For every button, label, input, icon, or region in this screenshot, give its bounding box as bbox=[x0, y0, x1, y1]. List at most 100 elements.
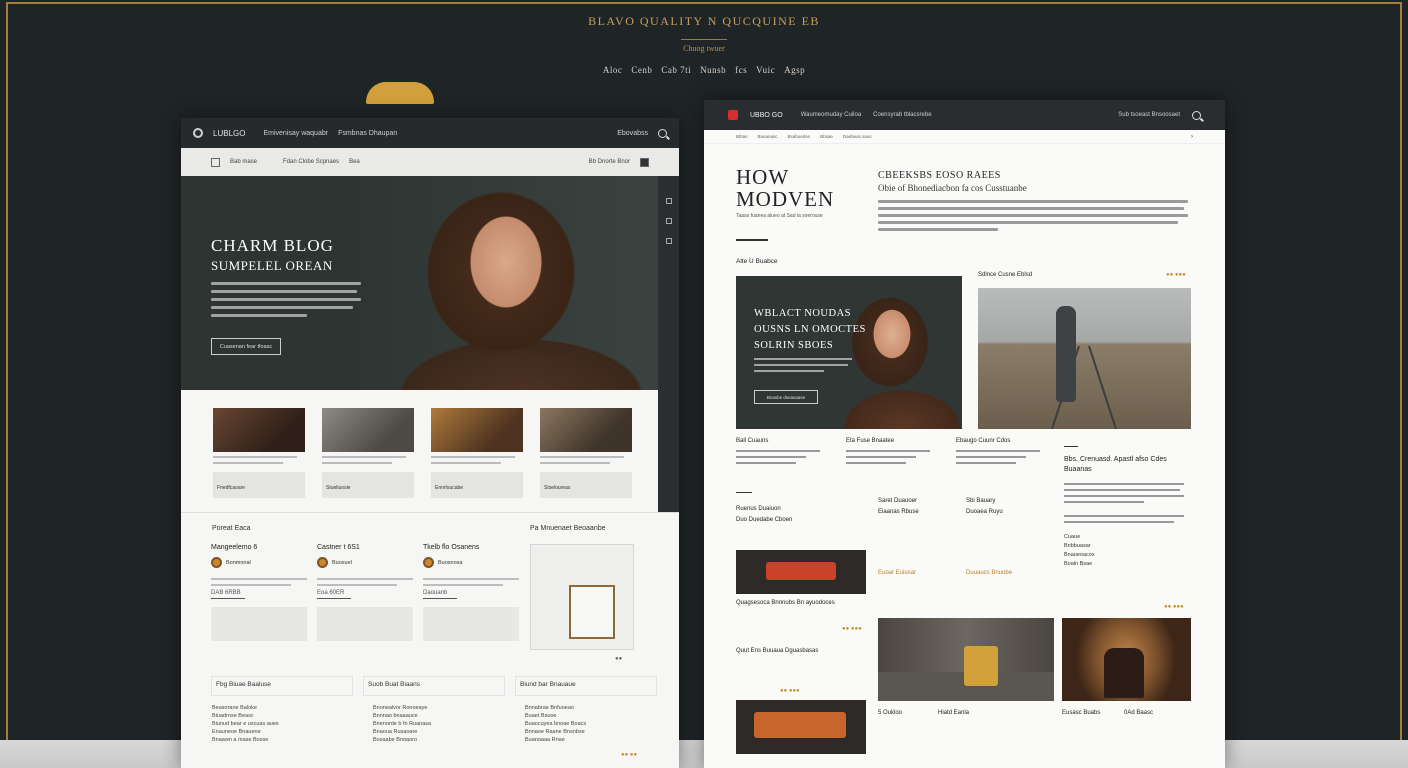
post-title[interactable]: Mangeelemo 6 bbox=[211, 544, 307, 551]
bottom-caption[interactable]: Hiatd Eanla bbox=[938, 710, 969, 716]
sidebar-pagination[interactable]: ●● ●●● bbox=[1164, 604, 1184, 610]
right-subnav-item[interactable]: Baoanasc bbox=[758, 134, 778, 139]
footer-link[interactable]: Buaocuyea bnoae Boacs bbox=[525, 720, 586, 728]
post-title[interactable]: Tkelb flo Osanens bbox=[423, 544, 519, 551]
railway-image[interactable] bbox=[978, 288, 1191, 429]
street-tram-image[interactable] bbox=[878, 618, 1054, 701]
footer-link[interactable]: Bnnabrae Bnfuoeao bbox=[525, 704, 586, 712]
footer-link[interactable]: Bnenorde b fn Ruanasa bbox=[373, 720, 431, 728]
article-card[interactable]: Ennrloucabe bbox=[431, 408, 523, 498]
arcade-couple-image[interactable] bbox=[1062, 618, 1191, 701]
left-subbar-logo[interactable]: Bab mase bbox=[230, 159, 257, 165]
bottom-caption[interactable]: Eusasc Buabs bbox=[1062, 710, 1100, 716]
hero-cta-button[interactable]: Cuasenan fear tfoasc bbox=[211, 338, 281, 355]
menu-icon[interactable] bbox=[211, 157, 220, 167]
article-card[interactable]: Stueliuosie bbox=[322, 408, 414, 498]
lower-article-title[interactable]: Ruenus Duaiuon bbox=[736, 506, 876, 512]
left-subbar-link[interactable]: Bea bbox=[349, 159, 360, 165]
lower-caption-link[interactable]: Duuaucs Bnuobe bbox=[966, 570, 1012, 576]
left-nav-item[interactable]: Fsmbnas Dhaupan bbox=[338, 130, 397, 137]
post-item[interactable]: Mangeelemo 6 Bonmnnal DAB 6RBB bbox=[211, 544, 307, 641]
left-subbar-link[interactable]: Fdan Clobe Scpnaes bbox=[283, 159, 339, 165]
card-label: Fnedfcaoare bbox=[217, 485, 246, 491]
feature-cta-button[interactable]: Bnasbe dseasaase bbox=[754, 390, 818, 404]
more-pagination[interactable]: ●● ●● bbox=[621, 752, 637, 758]
right-nav-item[interactable]: Coensyrab tblacsrebe bbox=[873, 112, 931, 118]
mini-article-title[interactable]: Ball Cuauns bbox=[736, 438, 820, 444]
footer-link[interactable]: Enauneoe Bnauene bbox=[212, 728, 279, 736]
lower-article-title[interactable]: Saret Duauoer bbox=[878, 498, 917, 504]
footer-link[interactable]: Bnaoua Rusaoare bbox=[373, 728, 431, 736]
food-pagination[interactable]: ●● ●●● bbox=[842, 626, 862, 632]
food-image[interactable] bbox=[736, 550, 866, 594]
lower-article-title[interactable]: Sbi Bauary bbox=[966, 498, 995, 504]
footer-link[interactable]: Bnonealvor Ronoeaye bbox=[373, 704, 431, 712]
right-subnav-item[interactable]: Daebeas saos bbox=[843, 134, 872, 139]
right-topbar-link[interactable]: Sub tsoeast Bnsoosaet bbox=[1118, 112, 1180, 118]
left-logo[interactable]: LUBLGO bbox=[213, 129, 245, 138]
footer-link[interactable]: Bosaabe Bnoaoro bbox=[373, 736, 431, 744]
sidebar-item[interactable]: Cuaue bbox=[1064, 533, 1190, 542]
banner-nav-item[interactable]: Nunsb bbox=[700, 65, 726, 75]
post-title[interactable]: Castner t 6S1 bbox=[317, 544, 413, 551]
hero-title: CHARM BLOG bbox=[211, 236, 334, 255]
post-item[interactable]: Tkelb flo Osanens Buosnosa Daouanb bbox=[423, 544, 519, 641]
mini-article[interactable]: Eta Fuse Bnaatee bbox=[846, 438, 930, 468]
footer-link[interactable]: Buanoaaa Rnae bbox=[525, 736, 586, 744]
right-logo[interactable]: UBBO GO bbox=[750, 112, 783, 119]
footer-link[interactable]: Biunud bear e uscuas aues bbox=[212, 720, 279, 728]
left-nav-item[interactable]: Emivenisay waquabr bbox=[263, 130, 328, 137]
footer-link[interactable]: Bnnaoe Raane Bnsnbse bbox=[525, 728, 586, 736]
post-item[interactable]: Castner t 6S1 Buosuel Eoa 60ER bbox=[317, 544, 413, 641]
feature-title: WBLACT NOUDAS OUSNS LN OMOCTES SOLRIN SB… bbox=[754, 308, 866, 351]
footer-link[interactable]: Biuadrnse Beasc bbox=[212, 712, 279, 720]
brand-logo-icon bbox=[728, 110, 738, 120]
banner-nav-item[interactable]: Agsp bbox=[784, 65, 805, 75]
right-subnav-item[interactable]: Bbsae bbox=[820, 134, 833, 139]
banner-nav-item[interactable]: Cab 7ti bbox=[661, 65, 691, 75]
toolbar-square-icon[interactable] bbox=[665, 218, 672, 224]
sidebar-item[interactable]: Bnbbuasar bbox=[1064, 542, 1190, 551]
toolbar-dot-icon[interactable] bbox=[665, 238, 672, 244]
mini-article[interactable]: Ebaugo Cuunr Cdos bbox=[956, 438, 1040, 468]
right-nav-item[interactable]: Waumeomuday Cuiloa bbox=[801, 112, 861, 118]
lower-caption-link[interactable]: Euoar Euiusar bbox=[878, 570, 916, 576]
banner-nav-item[interactable]: Aloc bbox=[603, 65, 623, 75]
bottom-caption[interactable]: 5 Oukloo bbox=[878, 710, 902, 716]
left-subbar-right[interactable]: Bb Dnorte Bnor bbox=[589, 159, 630, 165]
banner-nav-item[interactable]: Cenb bbox=[631, 65, 652, 75]
tram-illustration bbox=[964, 646, 998, 686]
banner-nav-item[interactable]: fcs bbox=[735, 65, 747, 75]
mini-article[interactable]: Ball Cuauns bbox=[736, 438, 820, 468]
footer-link[interactable]: Buaet Bsuoe bbox=[525, 712, 586, 720]
footer-link[interactable]: Beasorane Baloke bbox=[212, 704, 279, 712]
avatar bbox=[423, 557, 434, 568]
featured-card[interactable]: WBLACT NOUDAS OUSNS LN OMOCTES SOLRIN SB… bbox=[736, 276, 962, 429]
rail-pagination[interactable]: ●● ●●● bbox=[1166, 272, 1186, 278]
article-card[interactable]: Stseloureas bbox=[540, 408, 632, 498]
dessert-image[interactable] bbox=[736, 700, 866, 754]
close-icon[interactable] bbox=[640, 157, 649, 167]
tail-pagination[interactable]: ●● ●●● bbox=[780, 688, 800, 694]
feature-body-text bbox=[754, 358, 854, 376]
search-icon[interactable] bbox=[1192, 110, 1201, 120]
banner-nav-item[interactable]: Vuic bbox=[756, 65, 775, 75]
right-subnav-item[interactable]: Bbtas bbox=[736, 134, 748, 139]
footer-link[interactable]: Bnaawn a mase Bosse bbox=[212, 736, 279, 744]
toolbar-square-icon[interactable] bbox=[665, 198, 672, 204]
bottom-caption[interactable]: 0Ad Baasc bbox=[1124, 710, 1153, 716]
chevron-right-icon[interactable]: › bbox=[1191, 134, 1193, 140]
food-caption[interactable]: Quagsesoca Bnnnubs Bn ayuodoces bbox=[736, 600, 835, 606]
pagination-dots[interactable]: ●● bbox=[615, 656, 622, 662]
search-icon[interactable] bbox=[658, 128, 667, 138]
map-image[interactable] bbox=[530, 544, 634, 650]
left-topbar-link[interactable]: Ebovabss bbox=[617, 130, 648, 137]
sidebar-item[interactable]: Bnaueoacos bbox=[1064, 551, 1190, 560]
right-subnav-item[interactable]: Bsabuedse bbox=[788, 134, 811, 139]
footer-link[interactable]: Bnnnao bnaaauce bbox=[373, 712, 431, 720]
mini-article-title[interactable]: Eta Fuse Bnaatee bbox=[846, 438, 930, 444]
tail-caption[interactable]: Quut Ens Buuaua Dguasbasas bbox=[736, 648, 818, 654]
sidebar-item[interactable]: Boaln Bsae bbox=[1064, 560, 1190, 569]
mini-article-title[interactable]: Ebaugo Cuunr Cdos bbox=[956, 438, 1040, 444]
article-card[interactable]: Fnedfcaoare bbox=[213, 408, 305, 498]
